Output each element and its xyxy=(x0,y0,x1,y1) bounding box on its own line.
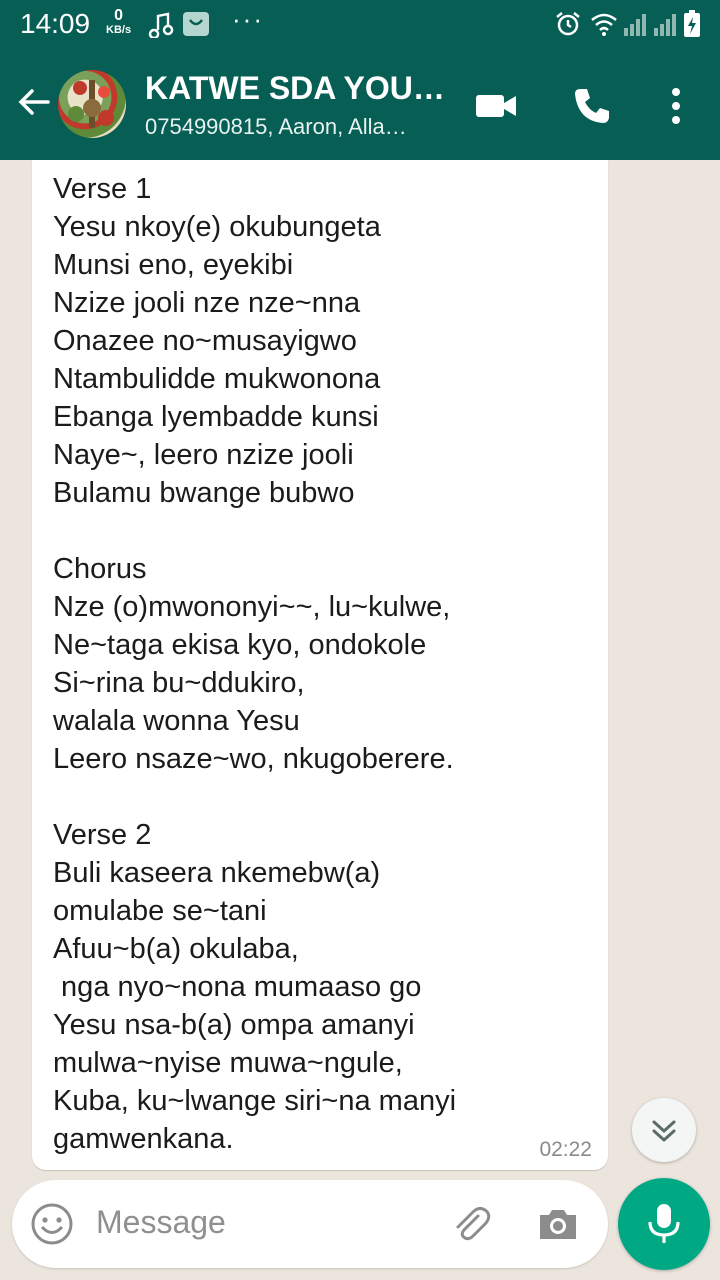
back-arrow-icon[interactable] xyxy=(14,82,54,122)
message-bubble[interactable]: Verse 1 Yesu nkoy(e) okubungeta Munsi en… xyxy=(32,160,608,1170)
alarm-icon xyxy=(556,12,580,36)
wifi-icon xyxy=(591,13,617,36)
microphone-icon xyxy=(648,1204,680,1243)
video-call-icon[interactable] xyxy=(474,84,518,128)
message-input-bar[interactable]: Message xyxy=(12,1180,608,1268)
message-input[interactable]: Message xyxy=(96,1204,226,1241)
camera-icon[interactable] xyxy=(536,1202,580,1246)
net-speed: 0 KB/s xyxy=(106,7,132,37)
more-dots-icon: ··· xyxy=(232,4,264,34)
overflow-menu-icon[interactable] xyxy=(656,84,696,128)
net-speed-unit: KB/s xyxy=(106,24,132,36)
chat-header: KATWE SDA YOU… 0754990815, Aaron, Alla… xyxy=(0,48,720,160)
voice-call-icon[interactable] xyxy=(570,84,614,128)
group-avatar[interactable] xyxy=(58,70,126,138)
scroll-to-bottom-button[interactable] xyxy=(632,1098,696,1162)
music-note-icon xyxy=(148,12,174,38)
status-bar: 14:09 0 KB/s ··· xyxy=(0,0,720,48)
attach-icon[interactable] xyxy=(448,1202,492,1246)
chat-title[interactable]: KATWE SDA YOU… xyxy=(145,70,455,107)
battery-icon xyxy=(684,10,700,37)
net-speed-value: 0 xyxy=(114,7,123,24)
message-time: 02:22 xyxy=(539,1138,592,1161)
signal-icon-2 xyxy=(654,14,676,36)
status-time: 14:09 xyxy=(20,8,91,39)
chat-participants[interactable]: 0754990815, Aaron, Alla… xyxy=(145,114,450,140)
double-chevron-down-icon xyxy=(652,1120,676,1142)
voice-record-button[interactable] xyxy=(618,1178,710,1270)
chat-area[interactable]: Verse 1 Yesu nkoy(e) okubungeta Munsi en… xyxy=(0,160,720,1175)
signal-icon xyxy=(624,14,646,36)
message-text: Verse 1 Yesu nkoy(e) okubungeta Munsi en… xyxy=(53,173,457,1155)
emoji-icon[interactable] xyxy=(30,1202,74,1246)
shopping-bag-icon xyxy=(183,12,209,36)
